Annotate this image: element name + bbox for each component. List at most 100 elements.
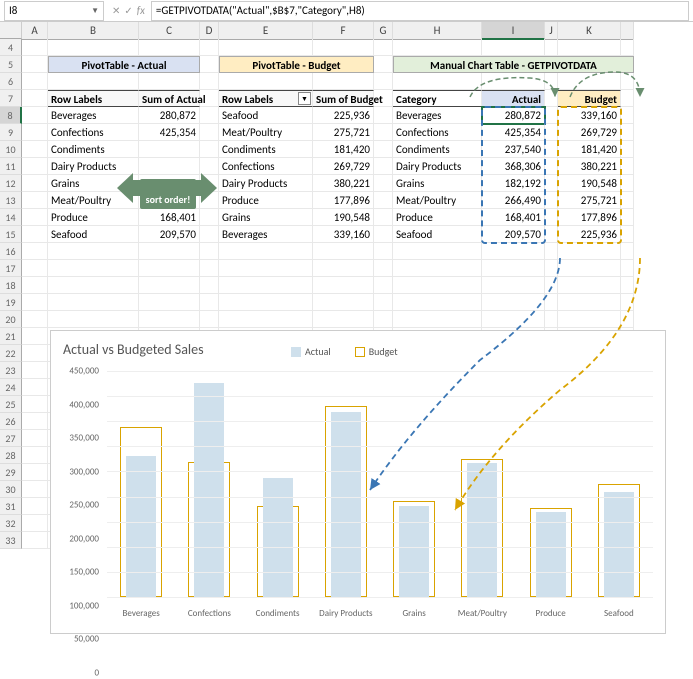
pv-actual-label[interactable]: Produce: [48, 209, 139, 226]
pv-budget-val[interactable]: 181,420: [313, 141, 374, 158]
manual-actual[interactable]: 280,872: [482, 107, 545, 124]
accept-formula-icon[interactable]: ✓: [124, 4, 132, 17]
manual-cat[interactable]: Condiments: [393, 141, 482, 158]
dropdown-icon[interactable]: ▼: [91, 6, 99, 16]
col-header-G[interactable]: G: [374, 22, 393, 40]
pv-budget-val[interactable]: 225,936: [313, 107, 374, 124]
row-header-23[interactable]: 23: [0, 362, 22, 379]
header-row-labels-budget[interactable]: Row Labels▼: [219, 90, 313, 107]
row-header-5[interactable]: 5: [0, 56, 22, 73]
row-header-29[interactable]: 29: [0, 464, 22, 481]
formula-bar[interactable]: =GETPIVOTDATA("Actual",$B$7,"Category",H…: [151, 1, 689, 21]
row-header-26[interactable]: 26: [0, 413, 22, 430]
manual-actual[interactable]: 209,570: [482, 226, 545, 243]
manual-actual[interactable]: 168,401: [482, 209, 545, 226]
pv-budget-label[interactable]: Beverages: [219, 226, 313, 243]
manual-cat[interactable]: Dairy Products: [393, 158, 482, 175]
col-header-J[interactable]: J: [545, 22, 558, 40]
row-header-4[interactable]: 4: [0, 39, 22, 56]
bar-group[interactable]: [522, 371, 580, 597]
manual-budget[interactable]: 225,936: [558, 226, 621, 243]
col-header-C[interactable]: C: [139, 22, 200, 40]
pv-actual-label[interactable]: Confections: [48, 124, 139, 141]
row-header-17[interactable]: 17: [0, 260, 22, 277]
pv-actual-val[interactable]: [139, 141, 200, 158]
row-header-14[interactable]: 14: [0, 209, 22, 226]
row-header-7[interactable]: 7: [0, 90, 22, 107]
manual-actual[interactable]: 266,490: [482, 192, 545, 209]
row-header-10[interactable]: 10: [0, 141, 22, 158]
pv-budget-label[interactable]: Dairy Products: [219, 175, 313, 192]
bar-group[interactable]: [453, 371, 511, 597]
pv-actual-val[interactable]: 209,570: [139, 226, 200, 243]
bar-actual[interactable]: [126, 456, 156, 597]
bar-actual[interactable]: [536, 512, 566, 597]
row-header-11[interactable]: 11: [0, 158, 22, 175]
col-header-E[interactable]: E: [219, 22, 313, 40]
row-header-13[interactable]: 13: [0, 192, 22, 209]
row-header-6[interactable]: 6: [0, 73, 22, 90]
chart-actual-vs-budget[interactable]: Actual vs Budgeted Sales Actual Budget 0…: [50, 330, 666, 634]
row-header-32[interactable]: 32: [0, 515, 22, 532]
row-header-33[interactable]: 33: [0, 532, 22, 549]
fx-icon[interactable]: fx: [137, 4, 145, 17]
pv-budget-val[interactable]: 275,721: [313, 124, 374, 141]
pv-actual-val[interactable]: [139, 158, 200, 175]
pv-actual-label[interactable]: Seafood: [48, 226, 139, 243]
manual-budget[interactable]: 177,896: [558, 209, 621, 226]
manual-budget[interactable]: 339,160: [558, 107, 621, 124]
row-header-16[interactable]: 16: [0, 243, 22, 260]
manual-cat[interactable]: Confections: [393, 124, 482, 141]
bar-group[interactable]: [249, 371, 307, 597]
pv-actual-val[interactable]: 168,401: [139, 209, 200, 226]
row-header-27[interactable]: 27: [0, 430, 22, 447]
pv-budget-label[interactable]: Confections: [219, 158, 313, 175]
pv-actual-label[interactable]: Beverages: [48, 107, 139, 124]
manual-budget[interactable]: 380,221: [558, 158, 621, 175]
manual-actual[interactable]: 425,354: [482, 124, 545, 141]
pv-actual-label[interactable]: Dairy Products: [48, 158, 139, 175]
filter-dropdown-icon[interactable]: ▼: [298, 92, 311, 105]
pv-actual-val[interactable]: 280,872: [139, 107, 200, 124]
pv-actual-val[interactable]: 425,354: [139, 124, 200, 141]
col-header-D[interactable]: D: [200, 22, 219, 40]
manual-cat[interactable]: Beverages: [393, 107, 482, 124]
row-header-8[interactable]: 8: [0, 107, 22, 124]
pv-budget-label[interactable]: Grains: [219, 209, 313, 226]
bar-group[interactable]: [317, 371, 375, 597]
name-box[interactable]: I8 ▼: [4, 1, 104, 21]
manual-budget[interactable]: 181,420: [558, 141, 621, 158]
manual-actual[interactable]: 368,306: [482, 158, 545, 175]
bar-actual[interactable]: [331, 412, 361, 597]
row-header-31[interactable]: 31: [0, 498, 22, 515]
cancel-formula-icon[interactable]: ✕: [112, 4, 120, 17]
manual-cat[interactable]: Produce: [393, 209, 482, 226]
pv-budget-label[interactable]: Condiments: [219, 141, 313, 158]
manual-budget[interactable]: 269,729: [558, 124, 621, 141]
bar-group[interactable]: [180, 371, 238, 597]
bar-actual[interactable]: [467, 463, 497, 597]
manual-cat[interactable]: Seafood: [393, 226, 482, 243]
pv-budget-label[interactable]: Meat/Poultry: [219, 124, 313, 141]
row-header-18[interactable]: 18: [0, 277, 22, 294]
manual-budget[interactable]: 190,548: [558, 175, 621, 192]
pv-actual-label[interactable]: Meat/Poultry: [48, 192, 139, 209]
pv-budget-val[interactable]: 269,729: [313, 158, 374, 175]
row-header-24[interactable]: 24: [0, 379, 22, 396]
manual-actual[interactable]: 182,192: [482, 175, 545, 192]
col-header-H[interactable]: H: [393, 22, 482, 40]
pv-budget-val[interactable]: 339,160: [313, 226, 374, 243]
col-header-B[interactable]: B: [48, 22, 139, 40]
select-all-corner[interactable]: [0, 22, 22, 39]
row-header-9[interactable]: 9: [0, 124, 22, 141]
col-header-K[interactable]: K: [558, 22, 621, 40]
row-header-12[interactable]: 12: [0, 175, 22, 192]
col-header-I[interactable]: I: [482, 22, 545, 40]
manual-actual[interactable]: 237,540: [482, 141, 545, 158]
col-header-A[interactable]: A: [22, 22, 48, 40]
pv-budget-val[interactable]: 380,221: [313, 175, 374, 192]
row-header-20[interactable]: 20: [0, 311, 22, 328]
row-header-28[interactable]: 28: [0, 447, 22, 464]
bar-actual[interactable]: [194, 383, 224, 597]
row-header-15[interactable]: 15: [0, 226, 22, 243]
